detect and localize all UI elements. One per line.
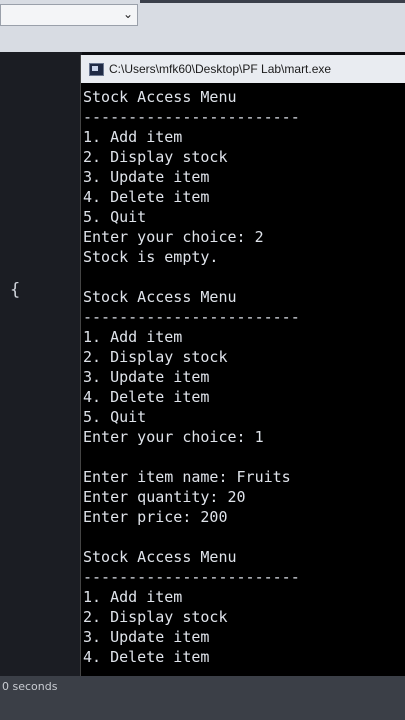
console-line: 1. Add item xyxy=(83,328,183,346)
ide-dropdown[interactable]: ⌄ xyxy=(0,4,138,26)
console-line: 3. Update item xyxy=(83,368,210,386)
console-line: 1. Add item xyxy=(83,128,183,146)
console-line: Enter your choice: 1 xyxy=(83,428,264,446)
console-line: Enter quantity: 20 xyxy=(83,488,246,506)
window-title: C:\Users\mfk60\Desktop\PF Lab\mart.exe xyxy=(109,62,332,76)
console-line: 4. Delete item xyxy=(83,388,210,406)
console-line: 1. Add item xyxy=(83,588,183,606)
console-line: 5. Quit xyxy=(83,208,147,226)
ide-status-bar xyxy=(0,676,405,720)
console-app-icon[interactable] xyxy=(89,62,104,76)
console-line: Enter price: 200 xyxy=(83,508,228,526)
console-line: 2. Display stock xyxy=(83,148,228,166)
console-line: ------------------------ xyxy=(83,568,300,586)
console-line: Enter your choice: 2 xyxy=(83,228,264,246)
console-line: 4. Delete item xyxy=(83,648,210,666)
console-line: 3. Update item xyxy=(83,168,210,186)
console-line: 2. Display stock xyxy=(83,608,228,626)
console-line: Stock Access Menu xyxy=(83,548,237,566)
console-line: 4. Delete item xyxy=(83,188,210,206)
console-line: ------------------------ xyxy=(83,108,300,126)
ide-top-strip xyxy=(140,0,405,3)
console-line: 3. Update item xyxy=(83,628,210,646)
editor-brace: { xyxy=(10,280,21,300)
console-line: Stock Access Menu xyxy=(83,88,237,106)
console-output[interactable]: Stock Access Menu -----------------------… xyxy=(81,83,405,667)
console-window[interactable]: C:\Users\mfk60\Desktop\PF Lab\mart.exe S… xyxy=(80,55,405,676)
ide-editor[interactable] xyxy=(0,52,82,680)
console-line: ------------------------ xyxy=(83,308,300,326)
console-line: 2. Display stock xyxy=(83,348,228,366)
console-line: 5. Quit xyxy=(83,408,147,426)
status-text: 0 seconds xyxy=(2,680,58,693)
chevron-down-icon[interactable]: ⌄ xyxy=(123,7,133,21)
console-line: Enter item name: Fruits xyxy=(83,468,291,486)
console-titlebar[interactable]: C:\Users\mfk60\Desktop\PF Lab\mart.exe xyxy=(81,55,405,83)
console-line: Stock Access Menu xyxy=(83,288,237,306)
console-line: Stock is empty. xyxy=(83,248,219,266)
